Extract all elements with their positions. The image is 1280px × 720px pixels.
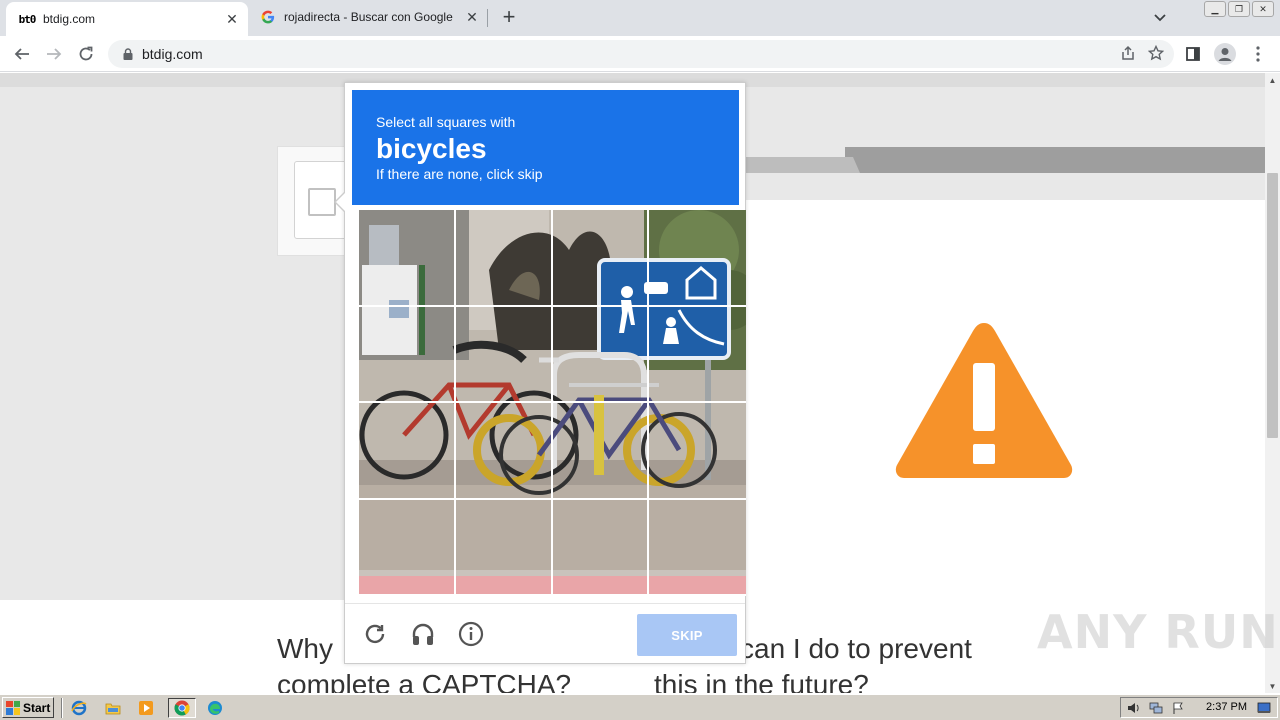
tab-title: btdig.com bbox=[43, 12, 96, 26]
start-button[interactable]: Start bbox=[2, 697, 54, 718]
image-tile[interactable] bbox=[359, 306, 456, 403]
image-tiles bbox=[359, 210, 746, 596]
tab-google-search[interactable]: rojadirecta - Buscar con Google ✕ bbox=[248, 0, 488, 34]
tab-btdig[interactable]: bt0 btdig.com ✕ bbox=[6, 2, 248, 36]
browser-toolbar: btdig.com bbox=[0, 36, 1280, 72]
image-tile[interactable] bbox=[455, 306, 553, 403]
challenge-header: Select all squares with bicycles If ther… bbox=[352, 90, 739, 205]
flag-icon[interactable] bbox=[1169, 700, 1187, 716]
banner-bar bbox=[845, 147, 1265, 173]
explorer-icon[interactable] bbox=[102, 698, 124, 718]
window-controls: ▁ ❐ ✕ bbox=[1204, 1, 1274, 17]
minimize-icon[interactable]: ▁ bbox=[1204, 1, 1226, 17]
start-label: Start bbox=[23, 700, 51, 715]
network-icon[interactable] bbox=[1147, 700, 1165, 716]
scroll-thumb[interactable] bbox=[1267, 173, 1278, 438]
info-icon[interactable] bbox=[456, 619, 486, 649]
volume-icon[interactable] bbox=[1125, 700, 1143, 716]
google-favicon bbox=[260, 9, 276, 25]
challenge-footer: SKIP bbox=[345, 603, 745, 665]
reload-icon[interactable] bbox=[360, 619, 390, 649]
image-tile[interactable] bbox=[455, 403, 553, 500]
image-tile[interactable] bbox=[552, 499, 650, 596]
bookmark-star-icon[interactable] bbox=[1147, 44, 1165, 64]
anyrun-watermark: ANY RUN bbox=[1037, 605, 1279, 659]
system-tray: 2:37 PM bbox=[1120, 697, 1278, 718]
edge-icon[interactable] bbox=[204, 698, 226, 718]
image-tile[interactable] bbox=[552, 306, 650, 403]
scroll-down-icon[interactable]: ▼ bbox=[1265, 679, 1280, 693]
dialog-pointer bbox=[334, 191, 346, 213]
taskbar-clock: 2:37 PM bbox=[1206, 701, 1247, 713]
warning-icon bbox=[893, 319, 1075, 486]
tab-search-icon[interactable] bbox=[1150, 8, 1170, 28]
image-tile[interactable] bbox=[552, 210, 650, 307]
faq-heading-prevent: can I do to prevent this in the future? bbox=[654, 633, 972, 693]
back-icon[interactable] bbox=[9, 41, 35, 67]
challenge-instruction: Select all squares with bbox=[376, 114, 516, 130]
captcha-challenge-dialog: Select all squares with bicycles If ther… bbox=[334, 82, 746, 665]
image-tile[interactable] bbox=[359, 210, 456, 307]
skip-button[interactable]: SKIP bbox=[637, 614, 737, 656]
restore-icon[interactable]: ❐ bbox=[1228, 1, 1250, 17]
close-window-icon[interactable]: ✕ bbox=[1252, 1, 1274, 17]
close-tab-icon[interactable]: ✕ bbox=[222, 9, 242, 29]
side-panel-icon[interactable] bbox=[1181, 42, 1205, 66]
tab-title: rojadirecta - Buscar con Google bbox=[284, 10, 453, 24]
challenge-image-grid bbox=[359, 210, 746, 596]
taskbar-separator bbox=[61, 698, 63, 718]
profile-avatar-icon[interactable] bbox=[1213, 42, 1237, 66]
show-desktop-icon[interactable] bbox=[1255, 700, 1273, 716]
image-tile[interactable] bbox=[649, 210, 746, 307]
ie-icon[interactable] bbox=[68, 698, 90, 718]
windows-taskbar: Start 2:37 PM bbox=[0, 694, 1280, 720]
image-tile[interactable] bbox=[455, 499, 553, 596]
image-tile[interactable] bbox=[359, 403, 456, 500]
image-tile[interactable] bbox=[649, 403, 746, 500]
image-tile[interactable] bbox=[552, 403, 650, 500]
windows-logo-icon bbox=[6, 700, 20, 715]
image-tile[interactable] bbox=[359, 499, 456, 596]
challenge-target: bicycles bbox=[376, 133, 487, 164]
audio-icon[interactable] bbox=[408, 619, 438, 649]
tab-strip: bt0 btdig.com ✕ rojadirecta - Buscar con… bbox=[0, 0, 1280, 36]
image-tile[interactable] bbox=[455, 210, 553, 307]
scroll-up-icon[interactable]: ▲ bbox=[1265, 73, 1280, 87]
address-text: btdig.com bbox=[142, 46, 203, 62]
forward-icon[interactable] bbox=[41, 41, 67, 67]
image-tile[interactable] bbox=[649, 500, 746, 596]
media-player-icon[interactable] bbox=[135, 698, 157, 718]
new-tab-button[interactable]: + bbox=[497, 4, 521, 29]
page-scrollbar[interactable]: ▲ ▼ bbox=[1265, 73, 1280, 693]
banner-tab bbox=[745, 157, 860, 173]
reload-page-icon[interactable] bbox=[73, 41, 99, 67]
lock-icon[interactable] bbox=[120, 48, 136, 60]
chrome-icon[interactable] bbox=[168, 698, 196, 718]
btdig-favicon: bt0 bbox=[18, 12, 37, 26]
image-tile[interactable] bbox=[649, 307, 746, 403]
address-bar[interactable]: btdig.com bbox=[108, 40, 1174, 68]
tab-separator bbox=[487, 9, 488, 27]
share-icon[interactable] bbox=[1120, 45, 1136, 64]
captcha-checkbox[interactable] bbox=[308, 188, 336, 216]
challenge-hint: If there are none, click skip bbox=[376, 166, 543, 182]
close-tab-icon[interactable]: ✕ bbox=[462, 7, 482, 27]
more-menu-icon[interactable] bbox=[1246, 42, 1270, 66]
